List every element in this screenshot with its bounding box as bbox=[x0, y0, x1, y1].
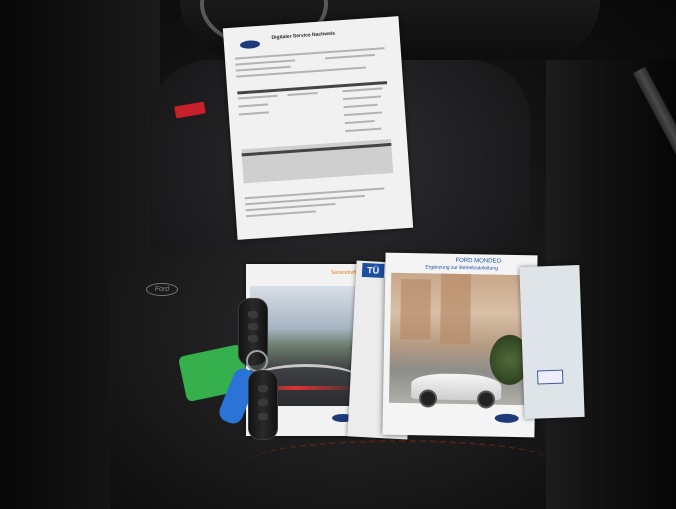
service-document-title: Digitaler Service Nachweis bbox=[271, 30, 336, 42]
pamphlet bbox=[519, 264, 585, 420]
photo-scene: Ford Digitaler Service Nachweis Serviceh… bbox=[0, 0, 676, 509]
building bbox=[440, 273, 472, 345]
owner-manual: FORD MONDEO Ergänzung zur Betriebsanleit… bbox=[382, 252, 538, 438]
service-document: Digitaler Service Nachweis bbox=[222, 16, 414, 240]
building bbox=[400, 278, 432, 340]
service-booklet-label: Serviceheft bbox=[330, 270, 356, 276]
tuv-tag: TÜ bbox=[361, 262, 385, 278]
seat-logo: Ford bbox=[146, 283, 178, 296]
owner-manual-title: Ergänzung zur Betriebsanleitung bbox=[425, 264, 498, 272]
car-wheel bbox=[418, 389, 438, 408]
car-key-fob bbox=[248, 370, 278, 440]
key-ring bbox=[246, 350, 268, 372]
ford-logo bbox=[494, 413, 519, 424]
car-wheel bbox=[476, 390, 496, 409]
manual-cover-photo bbox=[388, 272, 532, 409]
owner-manual-brand: FORD MONDEO bbox=[455, 257, 502, 265]
seat-stitching bbox=[250, 440, 550, 482]
stamp bbox=[536, 369, 564, 385]
ford-logo bbox=[239, 39, 261, 50]
